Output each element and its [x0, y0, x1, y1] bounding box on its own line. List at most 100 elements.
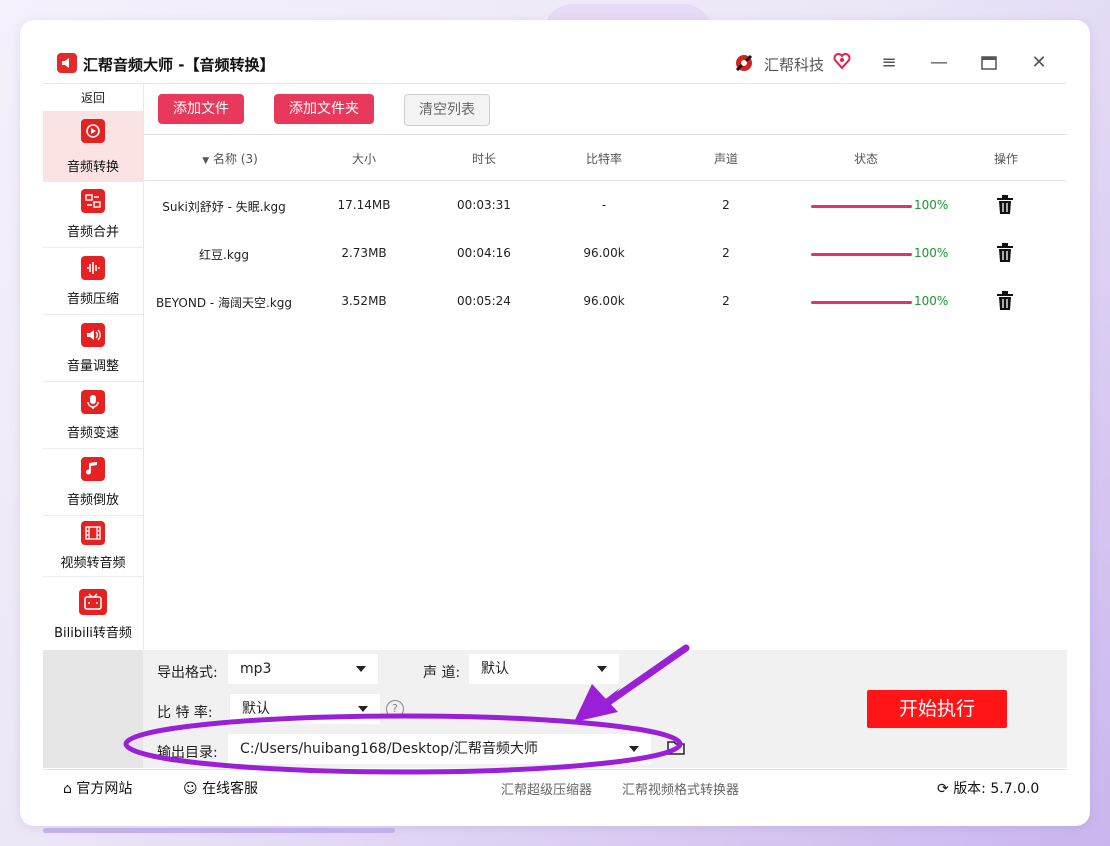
clear-list-button[interactable]: 清空列表 — [404, 94, 490, 126]
file-channels: 2 — [722, 198, 730, 212]
file-bitrate: 96.00k — [583, 294, 625, 308]
volume-icon — [81, 323, 105, 347]
channel-value: 默认 — [481, 661, 509, 677]
trash-icon[interactable] — [996, 291, 1014, 311]
compressor-link[interactable]: 汇帮超级压缩器 — [501, 779, 592, 798]
version-info: ⟳ 版本: 5.7.0.0 — [937, 778, 1039, 798]
output-dir-select[interactable]: C:/Users/huibang168/Desktop/汇帮音频大师 — [228, 734, 651, 764]
file-size: 2.73MB — [341, 246, 387, 260]
sidebar-item-label: 音频变速 — [66, 426, 119, 441]
column-channels-header: 声道 — [713, 152, 738, 166]
sidebar-item-audio-merge[interactable]: 音频合并 — [43, 181, 143, 248]
bilibili-tv-icon — [79, 589, 107, 615]
table-row[interactable]: Suki刘舒妤 - 失眠.kgg 17.14MB 00:03:31 - 2 10… — [144, 182, 1067, 230]
format-value: mp3 — [240, 661, 272, 677]
file-size: 3.52MB — [341, 294, 387, 308]
brand-logo-icon — [735, 54, 753, 72]
start-button[interactable]: 开始执行 — [867, 690, 1007, 728]
brand-name: 汇帮科技 — [764, 56, 825, 74]
microphone-icon — [81, 390, 105, 414]
sidebar-item-audio-speed[interactable]: 音频变速 — [43, 382, 143, 449]
sort-desc-icon: ▼ — [202, 156, 210, 166]
merge-icon — [81, 189, 105, 213]
sidebar-item-label: 音量调整 — [66, 359, 119, 374]
settings-panel: 导出格式: mp3 声 道: 默认 比 特 率: 默认 ? 输出目录: C:/U… — [43, 650, 1067, 768]
table-header: ▼ 名称 (3) 大小 时长 比特率 声道 状态 操作 — [144, 135, 1067, 181]
chevron-down-icon — [358, 706, 368, 712]
column-bitrate-header: 比特率 — [585, 152, 622, 166]
sidebar-item-volume-adjust[interactable]: 音量调整 — [43, 315, 143, 382]
sidebar-item-label: 视频转音频 — [60, 556, 126, 571]
file-duration: 00:04:16 — [457, 246, 511, 260]
add-file-button[interactable]: 添加文件 — [158, 94, 244, 124]
official-website-label: 官方网站 — [76, 781, 133, 797]
help-icon[interactable]: ? — [386, 700, 404, 718]
online-support-link[interactable]: ☺ 在线客服 — [183, 778, 258, 798]
sidebar-item-label: 音频倒放 — [66, 493, 119, 508]
format-select[interactable]: mp3 — [228, 654, 378, 684]
background-line — [43, 828, 395, 833]
progress-bar — [811, 253, 912, 256]
file-duration: 00:05:24 — [457, 294, 511, 308]
sidebar-item-label: Bilibili转音频 — [54, 626, 132, 641]
chevron-down-icon — [597, 666, 607, 672]
sidebar-item-label: 音频转换 — [66, 160, 119, 175]
app-logo-icon — [57, 53, 77, 73]
official-website-link[interactable]: ⌂ 官方网站 — [63, 778, 132, 798]
table-row[interactable]: BEYOND - 海阔天空.kgg 3.52MB 00:05:24 96.00k… — [144, 278, 1067, 326]
column-duration-header: 时长 — [471, 152, 496, 166]
sidebar-item-audio-convert[interactable]: 音频转换 — [43, 111, 143, 182]
sidebar: 返回 音频转换 音频合并 音频压缩 音量调整 音频变速 音频倒放 视频转音频 B… — [43, 84, 144, 650]
heart-icon[interactable] — [833, 52, 851, 70]
table-row[interactable]: 红豆.kgg 2.73MB 00:04:16 96.00k 2 100% — [144, 230, 1067, 278]
progress-percent: 100% — [914, 294, 949, 308]
sidebar-item-label: 音频压缩 — [66, 292, 119, 307]
sidebar-item-video-to-audio[interactable]: 视频转音频 — [43, 516, 143, 577]
close-button[interactable]: ✕ — [1024, 49, 1054, 77]
app-window: 汇帮音频大师 -【音频转换】 汇帮科技 ≡ — ✕ 返回 音频转换 音频合并 音… — [43, 43, 1067, 804]
file-bitrate: 96.00k — [583, 246, 625, 260]
channel-select[interactable]: 默认 — [469, 654, 619, 684]
column-size-header: 大小 — [351, 152, 376, 166]
back-link[interactable]: 返回 — [43, 89, 143, 106]
file-channels: 2 — [722, 246, 730, 260]
file-size: 17.14MB — [337, 198, 391, 212]
chevron-down-icon — [629, 746, 639, 752]
column-actions-header: 操作 — [993, 152, 1018, 166]
progress-bar — [811, 301, 912, 304]
file-channels: 2 — [722, 294, 730, 308]
progress-percent: 100% — [914, 198, 949, 212]
refresh-icon[interactable]: ⟳ — [937, 781, 949, 797]
app-title: 汇帮音频大师 -【音频转换】 — [83, 56, 275, 74]
video-converter-link[interactable]: 汇帮视频格式转换器 — [622, 779, 739, 798]
column-status-header: 状态 — [853, 152, 878, 166]
maximize-button[interactable] — [974, 49, 1004, 77]
panel-sidebar-filler — [43, 650, 143, 768]
title-bar: 汇帮音频大师 -【音频转换】 汇帮科技 ≡ — ✕ — [43, 43, 1067, 84]
bitrate-label: 比 特 率: — [157, 705, 213, 721]
folder-open-icon[interactable] — [667, 740, 687, 756]
add-folder-button[interactable]: 添加文件夹 — [274, 94, 374, 124]
bitrate-value: 默认 — [242, 701, 270, 717]
trash-icon[interactable] — [996, 195, 1014, 215]
menu-icon[interactable]: ≡ — [874, 49, 904, 77]
sidebar-item-bilibili-to-audio[interactable]: Bilibili转音频 — [43, 582, 143, 648]
chevron-down-icon — [356, 666, 366, 672]
version-label: 版本: 5.7.0.0 — [953, 781, 1040, 797]
file-name: 红豆.kgg — [199, 248, 249, 262]
sidebar-item-audio-compress[interactable]: 音频压缩 — [43, 248, 143, 315]
format-label: 导出格式: — [157, 665, 218, 681]
minimize-button[interactable]: — — [924, 49, 954, 77]
sidebar-item-audio-reverse[interactable]: 音频倒放 — [43, 449, 143, 516]
column-name-header[interactable]: ▼ 名称 (3) — [190, 150, 270, 167]
trash-icon[interactable] — [996, 243, 1014, 263]
file-name: BEYOND - 海阔天空.kgg — [155, 296, 293, 310]
bitrate-select[interactable]: 默认 — [230, 694, 380, 724]
file-bitrate: - — [601, 198, 607, 212]
file-name: Suki刘舒妤 - 失眠.kgg — [162, 200, 286, 214]
column-name-label: 名称 (3) — [212, 152, 258, 166]
support-icon: ☺ — [183, 781, 198, 797]
progress-bar — [811, 205, 912, 208]
film-icon — [81, 521, 105, 545]
convert-icon — [81, 119, 105, 143]
